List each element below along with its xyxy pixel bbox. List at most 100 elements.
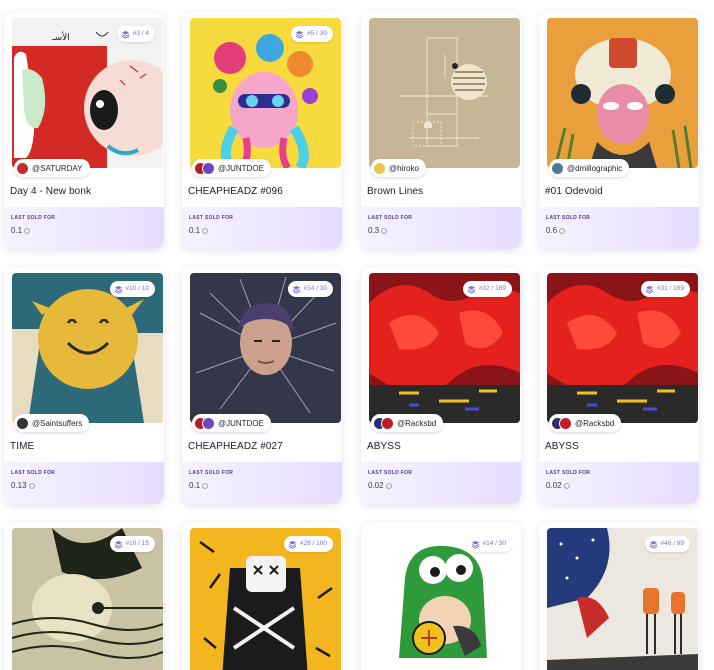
last-sold-label: LAST SOLD FOR <box>189 215 234 221</box>
price-value: 0.02 <box>368 481 384 490</box>
price-value: 0.3 <box>368 226 380 235</box>
artwork-image <box>547 18 698 168</box>
nft-card[interactable]: #28 / 100 <box>182 522 342 670</box>
last-sold-panel: LAST SOLD FOR 0.13 <box>4 462 164 504</box>
price-value: 0.1 <box>189 226 201 235</box>
layers-icon <box>649 540 657 549</box>
last-sold-panel: LAST SOLD FOR 0.1 <box>182 207 342 249</box>
edition-count: #5 / 30 <box>307 30 327 37</box>
nft-title[interactable]: #01 Odevoid <box>545 186 603 197</box>
avatar <box>202 416 215 430</box>
artwork-image: #14 / 30 <box>190 273 341 423</box>
edition-badge: #32 / 169 <box>462 281 512 297</box>
svg-text:الأسـ: الأسـ <box>51 31 70 42</box>
edition-count: #28 / 100 <box>299 540 327 547</box>
avatar <box>16 416 29 430</box>
avatar <box>202 161 215 175</box>
artwork-image: #5 / 30 <box>190 18 341 168</box>
edition-count: #10 / 15 <box>125 540 150 547</box>
last-sold-price: 0.1 <box>11 226 164 235</box>
creator-name: @SATURDAY <box>32 163 83 173</box>
creator-chip[interactable]: @Saintsuffers <box>14 414 90 432</box>
creator-chip[interactable]: @dmillographic <box>549 159 630 177</box>
last-sold-price: 0.02 <box>546 481 699 490</box>
last-sold-panel: LAST SOLD FOR 0.1 <box>182 462 342 504</box>
layers-icon <box>295 30 304 39</box>
last-sold-label: LAST SOLD FOR <box>189 470 234 476</box>
edition-badge: #14 / 30 <box>466 536 512 552</box>
creator-name: @JUNTDOE <box>218 418 264 428</box>
nft-card[interactable]: #5 / 30 @JUNTDOE CHEAPHEADZ #096 LAST SO… <box>182 12 342 249</box>
nft-card[interactable]: #46 / 99 <box>539 522 699 670</box>
creator-chip[interactable]: @Racksbd <box>549 414 622 432</box>
artwork-image: #32 / 169 <box>369 273 520 423</box>
eth-icon <box>381 227 387 234</box>
nft-title[interactable]: CHEAPHEADZ #096 <box>188 186 283 197</box>
creator-name: @Racksbd <box>397 418 437 428</box>
creator-name: @JUNTDOE <box>218 163 264 173</box>
eth-icon <box>559 227 565 234</box>
nft-title[interactable]: TIME <box>10 441 34 452</box>
artwork-image: #31 / 169 <box>547 273 698 423</box>
nft-card[interactable]: @dmillographic #01 Odevoid LAST SOLD FOR… <box>539 12 699 249</box>
edition-count: #14 / 30 <box>482 540 507 547</box>
avatar <box>381 416 394 430</box>
last-sold-price: 0.1 <box>189 226 342 235</box>
nft-card[interactable]: @hiroko Brown Lines LAST SOLD FOR 0.3 <box>361 12 521 249</box>
nft-title[interactable]: Brown Lines <box>367 186 423 197</box>
edition-badge: #46 / 99 <box>644 536 690 552</box>
price-value: 0.1 <box>11 226 23 235</box>
nft-title[interactable]: ABYSS <box>545 441 579 452</box>
layers-icon <box>471 540 479 549</box>
last-sold-panel: LAST SOLD FOR 0.02 <box>361 462 521 504</box>
last-sold-price: 0.3 <box>368 226 521 235</box>
last-sold-label: LAST SOLD FOR <box>546 215 591 221</box>
nft-card[interactable]: #14 / 30 @JUNTDOE CHEAPHEADZ #027 LAST S… <box>182 267 342 504</box>
artwork-image: #10 / 15 <box>12 528 163 670</box>
eth-icon <box>385 482 392 489</box>
creator-chip[interactable]: @JUNTDOE <box>192 414 271 432</box>
last-sold-panel: LAST SOLD FOR 0.02 <box>539 462 699 504</box>
creator-chip[interactable]: @SATURDAY <box>14 159 90 177</box>
eth-icon <box>28 482 35 489</box>
creator-chip[interactable]: @JUNTDOE <box>192 159 271 177</box>
last-sold-panel: LAST SOLD FOR 0.6 <box>539 207 699 249</box>
creator-chip[interactable]: @Racksbd <box>371 414 444 432</box>
nft-card[interactable]: #14 / 30 <box>361 522 521 670</box>
edition-badge: #10 / 10 <box>109 281 155 297</box>
nft-title[interactable]: Day 4 - New bonk <box>10 186 91 197</box>
edition-badge: #5 / 30 <box>291 26 333 42</box>
nft-grid: الأسـ #3 / 4 @SATURDAY Day 4 - New bonk … <box>0 0 714 670</box>
last-sold-panel: LAST SOLD FOR 0.3 <box>361 207 521 249</box>
creator-name: @Racksbd <box>575 418 615 428</box>
last-sold-label: LAST SOLD FOR <box>368 470 413 476</box>
nft-card[interactable]: #10 / 10 @Saintsuffers TIME LAST SOLD FO… <box>4 267 164 504</box>
layers-icon <box>467 285 476 294</box>
nft-title[interactable]: ABYSS <box>367 441 401 452</box>
creator-name: @dmillographic <box>567 163 623 173</box>
nft-card[interactable]: الأسـ #3 / 4 @SATURDAY Day 4 - New bonk … <box>4 12 164 249</box>
creator-name: @Saintsuffers <box>32 418 83 428</box>
avatar <box>551 161 564 175</box>
artwork-image: #10 / 10 <box>12 273 163 423</box>
edition-count: #10 / 10 <box>125 285 150 292</box>
nft-card[interactable]: #10 / 15 <box>4 522 164 670</box>
layers-icon <box>292 285 300 294</box>
layers-icon <box>288 540 297 549</box>
nft-title[interactable]: CHEAPHEADZ #027 <box>188 441 283 452</box>
artwork-image: الأسـ #3 / 4 <box>12 18 163 168</box>
last-sold-price: 0.6 <box>546 226 699 235</box>
eth-icon <box>563 482 570 489</box>
nft-card[interactable]: #31 / 169 @Racksbd ABYSS LAST SOLD FOR 0… <box>539 267 699 504</box>
creator-chip[interactable]: @hiroko <box>371 159 426 177</box>
nft-card[interactable]: #32 / 169 @Racksbd ABYSS LAST SOLD FOR 0… <box>361 267 521 504</box>
edition-count: #32 / 169 <box>478 285 506 292</box>
artwork-image: #14 / 30 <box>369 528 520 670</box>
last-sold-label: LAST SOLD FOR <box>11 470 56 476</box>
edition-badge: #3 / 4 <box>116 26 155 42</box>
creator-name: @hiroko <box>389 163 419 173</box>
last-sold-price: 0.02 <box>368 481 521 490</box>
eth-icon <box>24 227 30 234</box>
avatar <box>559 416 572 430</box>
edition-count: #31 / 169 <box>656 285 684 292</box>
